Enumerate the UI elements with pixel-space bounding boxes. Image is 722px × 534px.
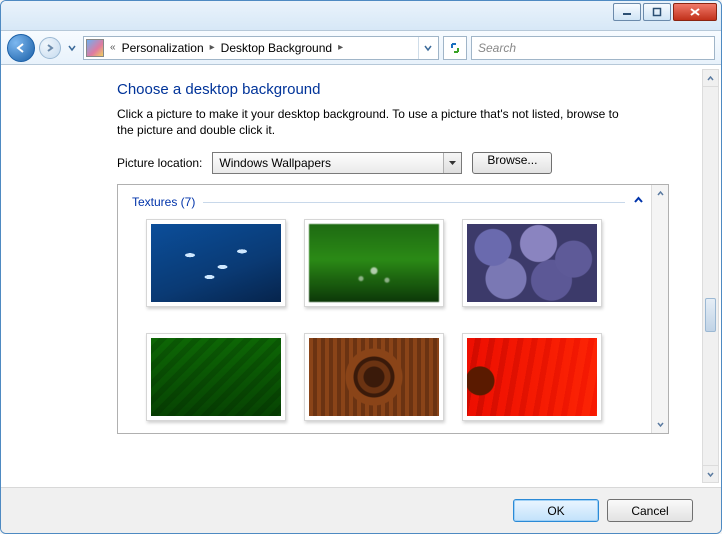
chevron-down-icon (706, 470, 715, 479)
picture-location-select[interactable]: Windows Wallpapers (212, 152, 462, 174)
page-title: Choose a desktop background (117, 81, 701, 98)
thumbnail-image (151, 338, 281, 416)
picture-location-value: Windows Wallpapers (219, 156, 331, 170)
scroll-down-button[interactable] (703, 465, 718, 482)
arrow-left-icon (14, 41, 28, 55)
forward-button[interactable] (39, 37, 61, 59)
close-button[interactable] (673, 3, 717, 21)
address-bar[interactable]: « Personalization ▸ Desktop Background ▸ (83, 36, 439, 60)
thumbnail-grid (132, 219, 644, 421)
minimize-button[interactable] (613, 3, 641, 21)
wallpaper-thumbnail[interactable] (146, 219, 286, 307)
window-frame: « Personalization ▸ Desktop Background ▸ (0, 0, 722, 534)
gallery-scrollbar[interactable] (651, 185, 668, 433)
ok-button-label: OK (547, 504, 564, 518)
breadcrumb-desktop-background[interactable]: Desktop Background (219, 41, 334, 55)
search-input[interactable] (476, 40, 710, 56)
scroll-up-button[interactable] (703, 70, 718, 87)
chevron-up-icon (656, 189, 665, 198)
browse-button-label: Browse... (487, 153, 537, 167)
cancel-button[interactable]: Cancel (607, 499, 693, 522)
back-button[interactable] (7, 34, 35, 62)
dialog-footer: OK Cancel (1, 487, 721, 533)
address-dropdown-button[interactable] (418, 37, 436, 59)
title-bar (1, 1, 721, 31)
wallpaper-thumbnail[interactable] (304, 219, 444, 307)
scroll-down-button[interactable] (652, 416, 668, 433)
wallpaper-thumbnail[interactable] (304, 333, 444, 421)
chevron-down-icon (67, 43, 77, 53)
page-scrollbar[interactable] (702, 69, 719, 483)
window-controls (613, 3, 717, 21)
collapse-group-button[interactable] (633, 195, 644, 209)
ok-button[interactable]: OK (513, 499, 599, 522)
maximize-button[interactable] (643, 3, 671, 21)
wallpaper-thumbnail[interactable] (462, 219, 602, 307)
maximize-icon (652, 7, 662, 17)
chevron-down-icon (423, 43, 433, 53)
chevron-right-icon: ▸ (208, 42, 217, 53)
minimize-icon (622, 7, 632, 17)
close-icon (689, 7, 701, 17)
page-description: Click a picture to make it your desktop … (117, 106, 637, 138)
thumbnail-image (467, 224, 597, 302)
cancel-button-label: Cancel (631, 504, 668, 518)
arrow-right-icon (45, 43, 55, 53)
browse-button[interactable]: Browse... (472, 152, 552, 174)
divider (203, 202, 625, 203)
thumbnail-image (309, 338, 439, 416)
thumbnail-image (151, 224, 281, 302)
location-icon (86, 39, 104, 57)
group-header-textures[interactable]: Textures (7) (132, 195, 644, 209)
scroll-up-button[interactable] (652, 185, 668, 202)
picture-location-row: Picture location: Windows Wallpapers Bro… (117, 152, 701, 174)
thumbnail-image (309, 224, 439, 302)
navigation-bar: « Personalization ▸ Desktop Background ▸ (1, 31, 721, 65)
chevron-down-icon (448, 159, 457, 168)
picture-location-label: Picture location: (117, 156, 202, 170)
chevron-up-icon (633, 195, 644, 206)
chevron-down-icon (656, 420, 665, 429)
refresh-icon (448, 41, 462, 55)
chevron-up-icon (706, 74, 715, 83)
breadcrumb: « Personalization ▸ Desktop Background ▸ (108, 41, 345, 55)
search-box[interactable] (471, 36, 715, 60)
scrollbar-thumb[interactable] (705, 298, 716, 332)
refresh-button[interactable] (443, 36, 467, 60)
recent-locations-button[interactable] (65, 41, 79, 55)
wallpaper-thumbnail[interactable] (462, 333, 602, 421)
breadcrumb-personalization[interactable]: Personalization (120, 41, 206, 55)
wallpaper-gallery: Textures (7) (117, 184, 669, 434)
select-dropdown-button[interactable] (443, 153, 461, 173)
group-label: Textures (7) (132, 195, 195, 209)
content-area: Choose a desktop background Click a pict… (1, 65, 721, 487)
chevron-left-icon: « (108, 42, 118, 53)
wallpaper-thumbnail[interactable] (146, 333, 286, 421)
thumbnail-image (467, 338, 597, 416)
chevron-right-icon: ▸ (336, 42, 345, 53)
